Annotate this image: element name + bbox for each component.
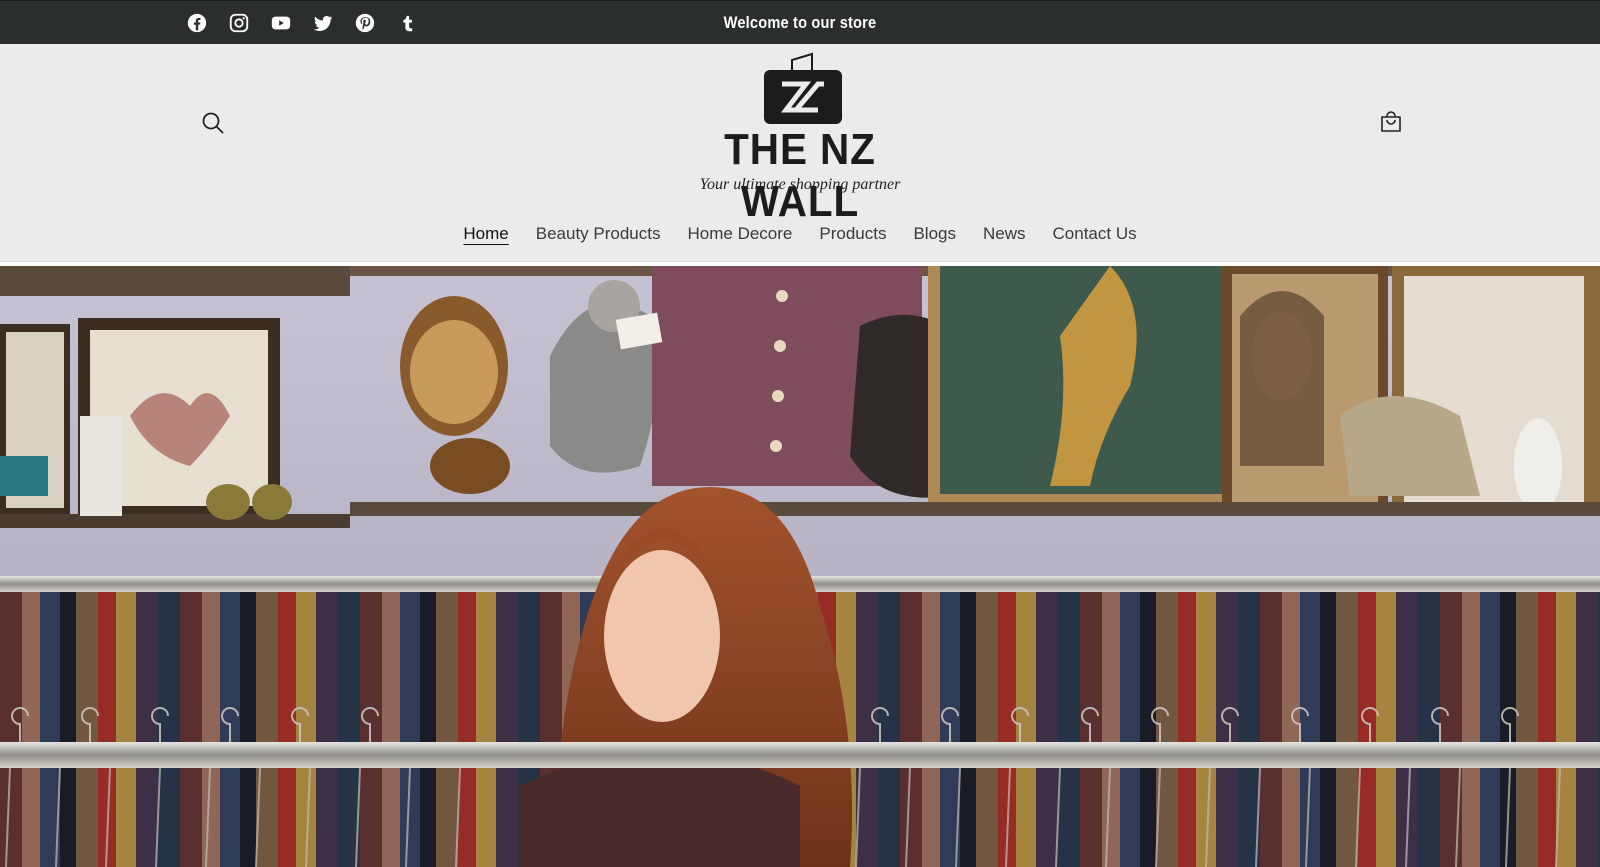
nav-item-news[interactable]: News	[983, 220, 1026, 248]
nav-item-contact-us[interactable]: Contact Us	[1053, 220, 1137, 248]
nav-item-products[interactable]: Products	[819, 220, 886, 248]
twitter-icon[interactable]	[312, 12, 334, 34]
nav-item-home[interactable]: Home	[463, 220, 508, 248]
youtube-icon[interactable]	[270, 12, 292, 34]
tumblr-icon[interactable]	[396, 12, 418, 34]
instagram-icon[interactable]	[228, 12, 250, 34]
facebook-icon[interactable]	[186, 12, 208, 34]
main-nav: Home Beauty Products Home Decore Product…	[0, 220, 1600, 248]
nav-item-home-decore[interactable]: Home Decore	[688, 220, 793, 248]
site-header: THE NZ WALL Your ultimate shopping partn…	[0, 44, 1600, 262]
pinterest-icon[interactable]	[354, 12, 376, 34]
nav-item-blogs[interactable]: Blogs	[913, 220, 956, 248]
announcement-bar: Welcome to our store	[0, 0, 1600, 44]
nav-item-beauty-products[interactable]: Beauty Products	[536, 220, 661, 248]
hero-image	[0, 266, 1600, 867]
announcement-text: Welcome to our store	[723, 13, 877, 32]
social-links	[186, 12, 418, 34]
logo-tagline: Your ultimate shopping partner	[699, 176, 901, 193]
logo-bag-icon	[762, 52, 844, 126]
search-icon[interactable]	[200, 110, 226, 136]
cart-icon[interactable]	[1378, 109, 1404, 135]
store-logo[interactable]: THE NZ WALL Your ultimate shopping partn…	[680, 52, 920, 226]
